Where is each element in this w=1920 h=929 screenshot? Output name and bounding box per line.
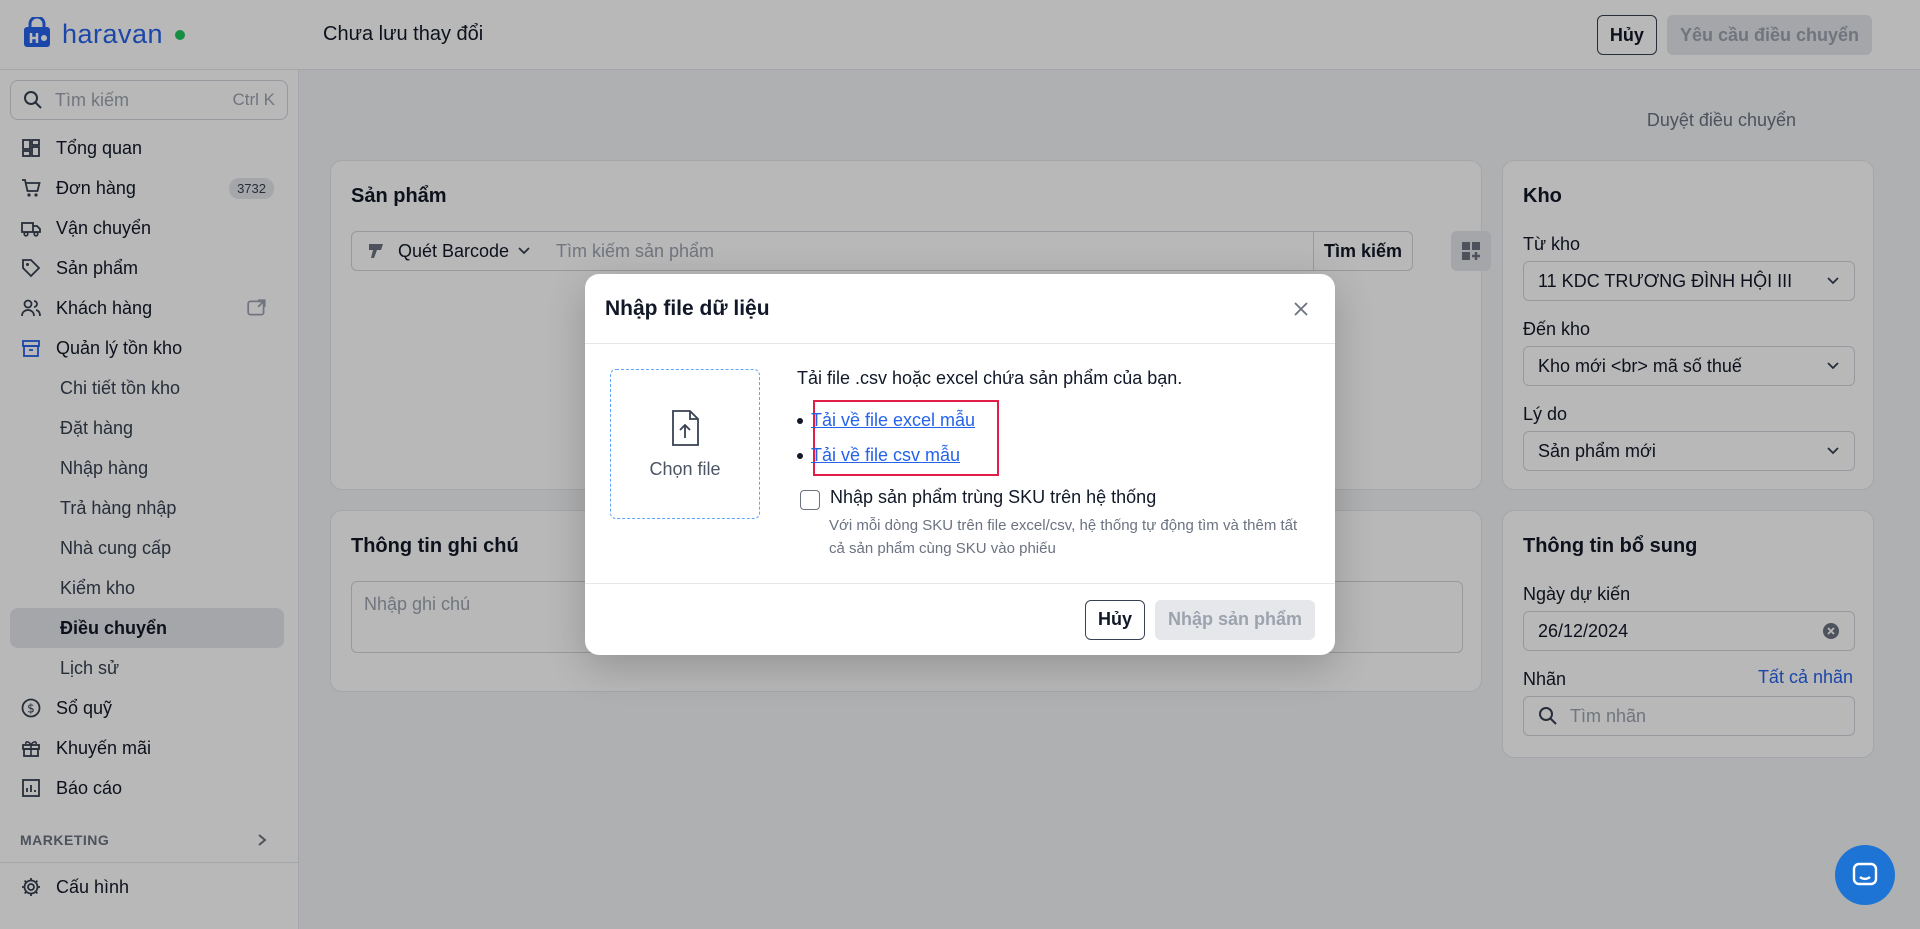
modal-header: Nhập file dữ liệu	[585, 274, 1335, 344]
close-button[interactable]	[1287, 295, 1315, 323]
modal-title: Nhập file dữ liệu	[605, 296, 770, 320]
file-dropzone[interactable]: Chọn file	[610, 369, 760, 519]
download-csv-item: Tải về file csv mẫu	[797, 445, 960, 466]
duplicate-sku-help: Với mỗi dòng SKU trên file excel/csv, hệ…	[829, 517, 1298, 557]
bullet	[797, 452, 803, 459]
import-products-button[interactable]: Nhập sản phẩm	[1154, 599, 1315, 640]
bullet	[797, 417, 803, 424]
file-upload-icon	[672, 409, 699, 446]
close-icon	[1294, 301, 1308, 316]
download-excel-template-link[interactable]: Tải về file excel mẫu	[811, 410, 975, 431]
duplicate-sku-option: Nhập sản phẩm trùng SKU trên hệ thống	[800, 487, 1156, 510]
modal-footer: Hủy Nhập sản phẩm	[585, 583, 1335, 655]
chat-icon	[1852, 862, 1878, 886]
choose-file-label: Chọn file	[649, 458, 721, 479]
import-file-modal: Nhập file dữ liệu Chọn file Tải file .cs…	[585, 274, 1335, 655]
chat-launcher-button[interactable]	[1835, 845, 1895, 905]
import-description: Tải file .csv hoặc excel chứa sản phẩm c…	[797, 368, 1183, 388]
download-csv-template-link[interactable]: Tải về file csv mẫu	[811, 445, 960, 466]
download-excel-item: Tải về file excel mẫu	[797, 410, 975, 431]
duplicate-sku-label[interactable]: Nhập sản phẩm trùng SKU trên hệ thống	[830, 487, 1156, 508]
duplicate-sku-checkbox[interactable]	[800, 490, 820, 510]
modal-cancel-button[interactable]: Hủy	[1084, 599, 1145, 640]
